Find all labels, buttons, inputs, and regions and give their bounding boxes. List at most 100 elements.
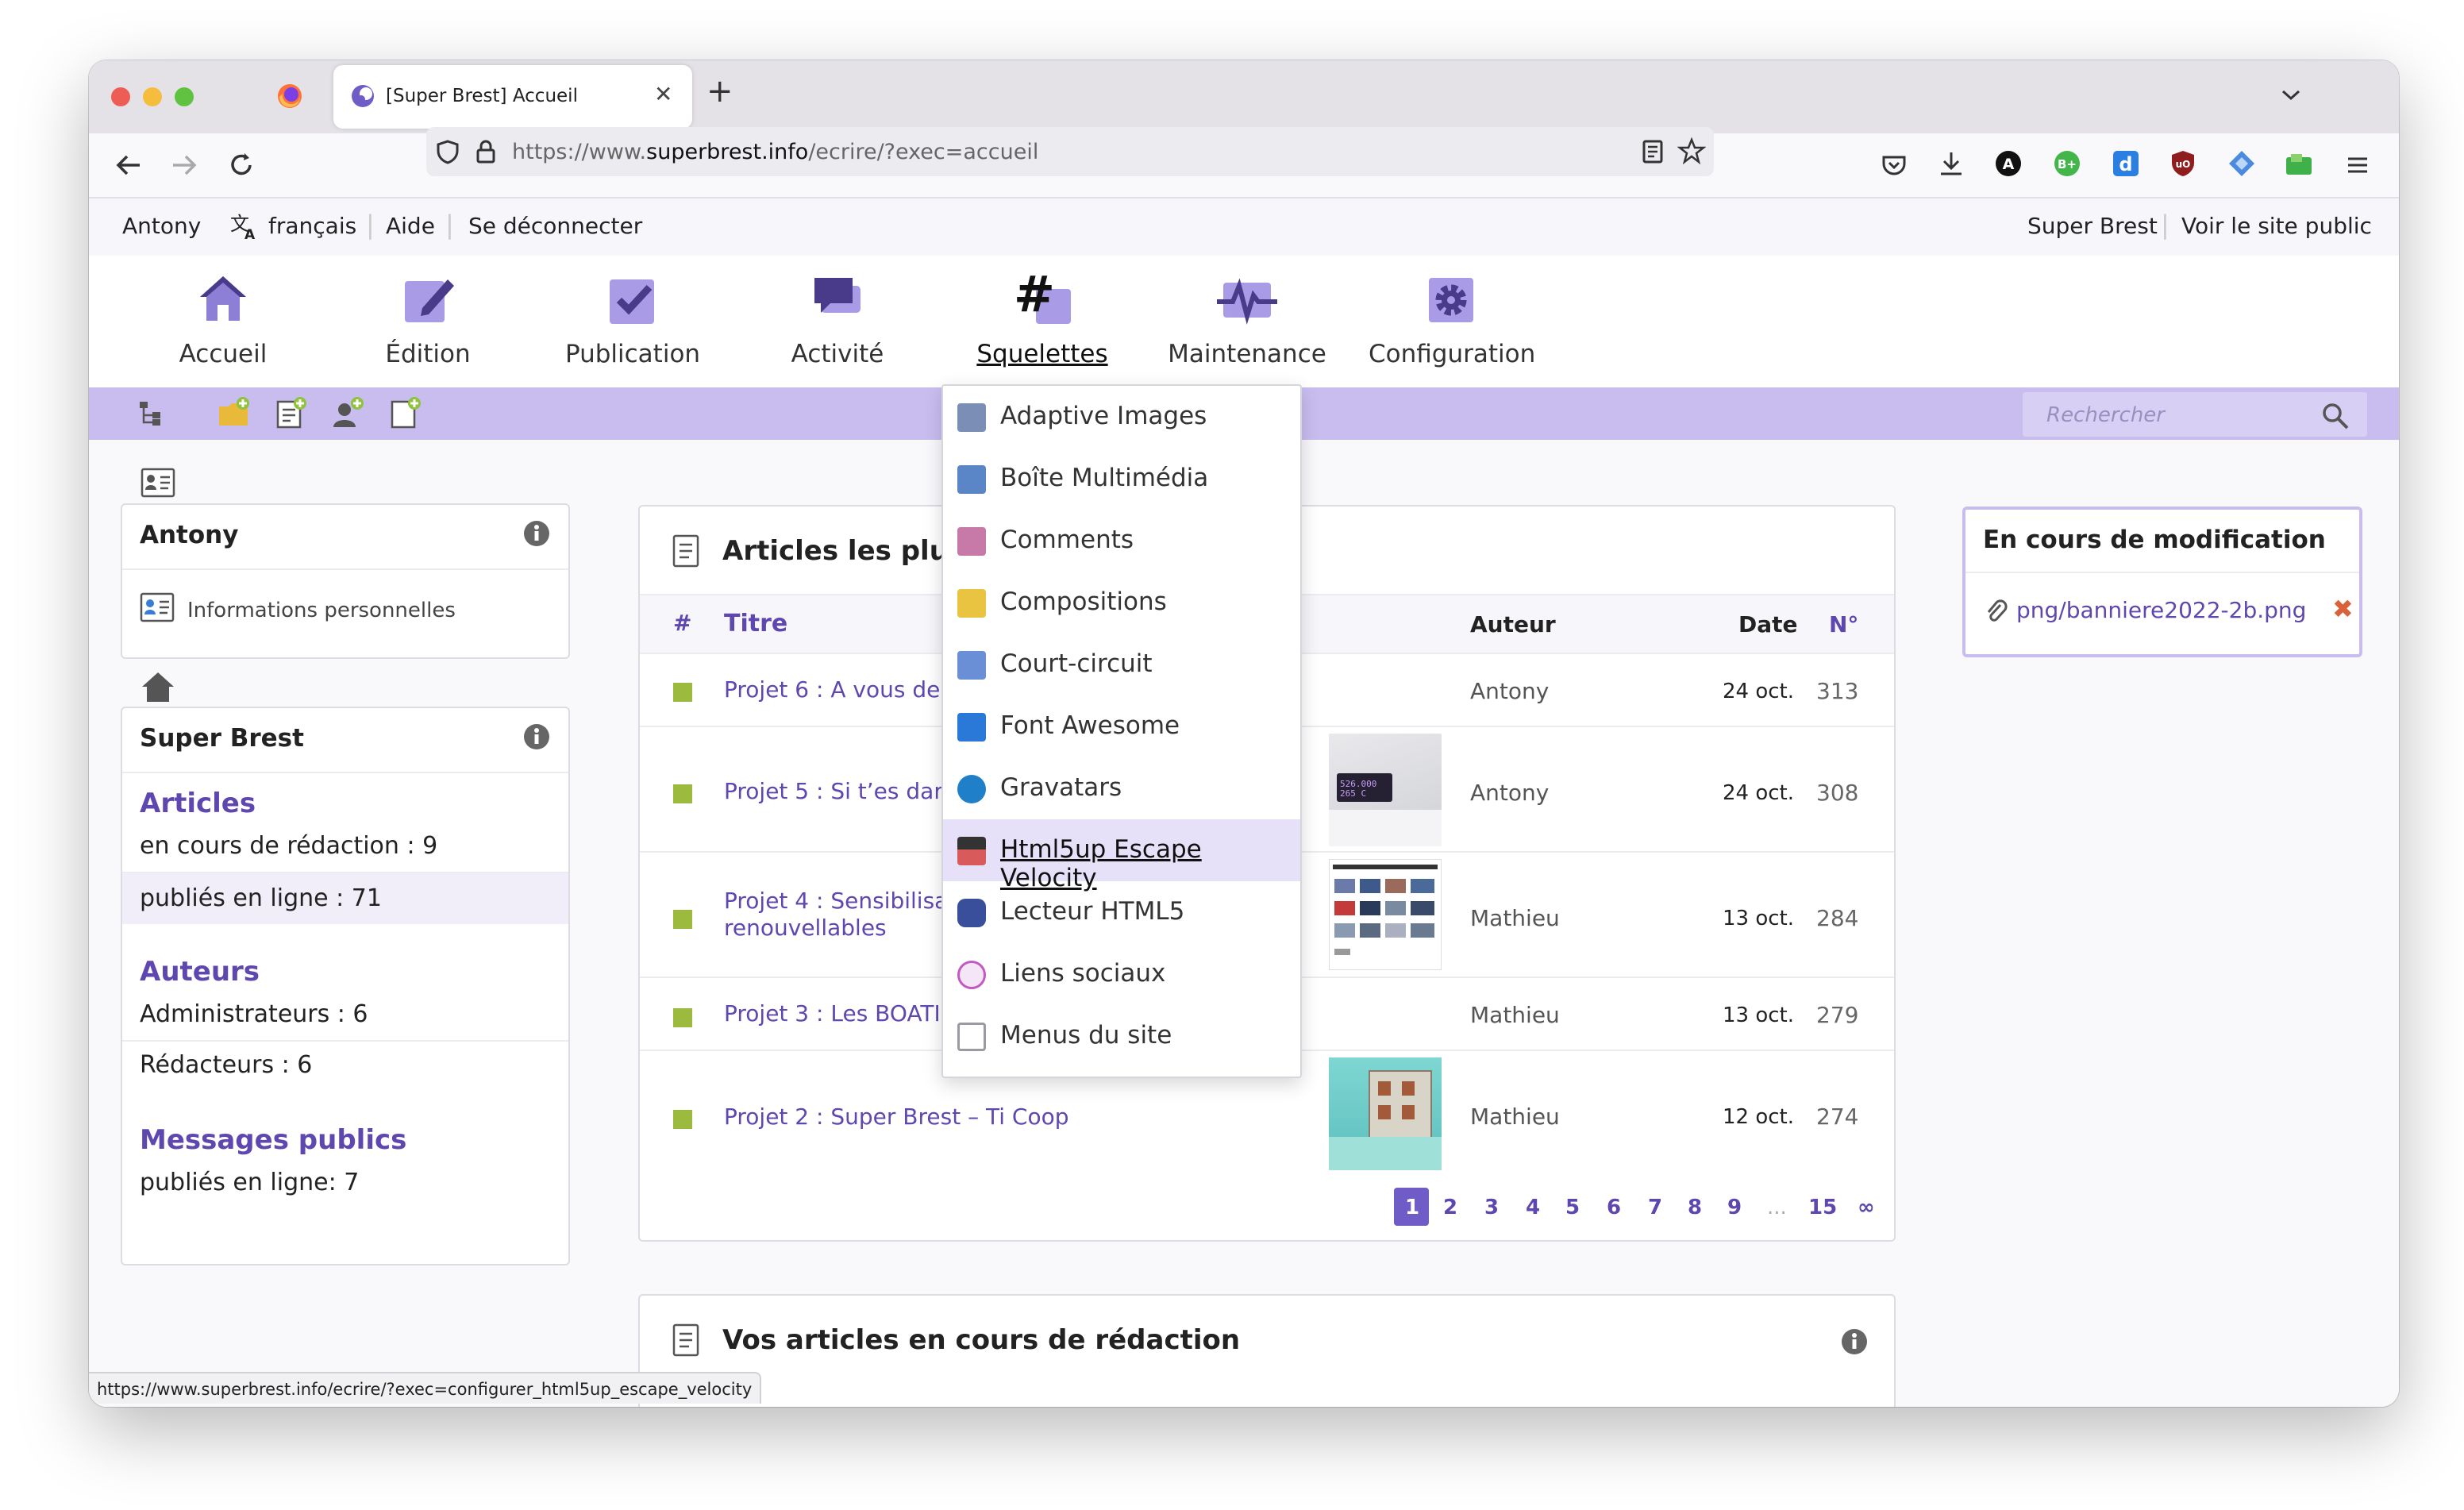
- help-link[interactable]: Aide: [386, 213, 435, 239]
- editing-file-link[interactable]: png/banniere2022-2b.png: [2016, 597, 2306, 623]
- article-author[interactable]: Mathieu: [1470, 1002, 1560, 1028]
- col-number[interactable]: N°: [1829, 611, 1858, 638]
- download-icon[interactable]: [1937, 149, 1965, 178]
- extension-green-icon[interactable]: [2285, 151, 2313, 179]
- translate-icon[interactable]: 文A: [229, 211, 260, 241]
- authors-link[interactable]: Auteurs: [140, 956, 260, 988]
- address-bar[interactable]: https://www.superbrest.info/ecrire/?exec…: [426, 127, 1714, 176]
- new-article-icon[interactable]: [273, 395, 308, 430]
- view-public-site-link[interactable]: Voir le site public: [2181, 213, 2372, 239]
- page-9-link[interactable]: 9: [1727, 1196, 1742, 1219]
- dropdown-item-boite-multimedia[interactable]: Boîte Multimédia: [943, 448, 1300, 510]
- menu-accueil[interactable]: Accueil: [140, 272, 306, 391]
- back-icon[interactable]: [113, 149, 144, 181]
- article-title-line2[interactable]: renouvellables: [724, 915, 887, 942]
- reload-icon[interactable]: [225, 149, 257, 181]
- article-thumbnail[interactable]: 526.000 265 C: [1329, 734, 1442, 846]
- new-author-icon[interactable]: [330, 395, 365, 430]
- info-icon[interactable]: [522, 519, 551, 548]
- dropdown-item-liens-sociaux[interactable]: Liens sociaux: [943, 943, 1300, 1005]
- search-icon[interactable]: [2320, 400, 2351, 432]
- menu-activite[interactable]: Activité: [754, 272, 921, 391]
- dropdown-item-gravatars[interactable]: Gravatars: [943, 757, 1300, 819]
- page-2-link[interactable]: 2: [1443, 1196, 1457, 1219]
- dropdown-item-comments[interactable]: Comments: [943, 510, 1300, 572]
- col-title[interactable]: Titre: [724, 610, 787, 638]
- active-tab[interactable]: [Super Brest] Accueil ✕: [333, 65, 692, 129]
- pocket-icon[interactable]: [1880, 151, 1908, 179]
- article-number: 313: [1816, 678, 1859, 704]
- extension-d-icon[interactable]: d: [2112, 149, 2140, 178]
- close-window-button[interactable]: [111, 87, 130, 106]
- url-text[interactable]: https://www.superbrest.info/ecrire/?exec…: [512, 140, 1038, 164]
- menu-publication[interactable]: Publication: [549, 272, 716, 391]
- article-title[interactable]: Projet 2 : Super Brest – Ti Coop: [724, 1104, 1069, 1131]
- extension-bplus-icon[interactable]: B+: [2053, 149, 2081, 178]
- page-4-link[interactable]: 4: [1526, 1196, 1540, 1219]
- logout-link[interactable]: Se déconnecter: [468, 213, 642, 239]
- info-icon[interactable]: [522, 722, 551, 751]
- firefox-icon[interactable]: [276, 83, 303, 110]
- remove-lock-icon[interactable]: ✖: [2332, 594, 2354, 624]
- page-8-link[interactable]: 8: [1688, 1196, 1702, 1219]
- page-5-link[interactable]: 5: [1565, 1196, 1580, 1219]
- close-tab-icon[interactable]: ✕: [654, 81, 672, 107]
- new-tab-button[interactable]: +: [706, 73, 733, 110]
- menu-configuration[interactable]: Configuration: [1369, 272, 1535, 391]
- language-link[interactable]: français: [268, 213, 356, 239]
- page-6-link[interactable]: 6: [1607, 1196, 1621, 1219]
- maximize-window-button[interactable]: [175, 87, 194, 106]
- messages-link[interactable]: Messages publics: [140, 1124, 406, 1156]
- page-15-link[interactable]: 15: [1808, 1196, 1837, 1219]
- col-date[interactable]: Date: [1738, 611, 1798, 638]
- extension-a-icon[interactable]: A: [1994, 149, 2023, 178]
- article-title[interactable]: Projet 4 : Sensibilisa: [724, 888, 948, 915]
- new-section-icon[interactable]: [216, 395, 251, 430]
- article-title[interactable]: Projet 3 : Les BOATI: [724, 1000, 941, 1027]
- article-title[interactable]: Projet 5 : Si t’es dar: [724, 778, 943, 805]
- info-icon[interactable]: [1840, 1327, 1869, 1356]
- dropdown-item-menus-du-site[interactable]: Menus du site: [943, 1005, 1300, 1067]
- user-link[interactable]: Antony: [122, 213, 201, 239]
- reader-view-icon[interactable]: [1639, 138, 1666, 165]
- article-author[interactable]: Mathieu: [1470, 1104, 1560, 1130]
- dropdown-item-adaptive-images[interactable]: Adaptive Images: [943, 386, 1300, 448]
- article-thumbnail[interactable]: [1329, 859, 1442, 970]
- search-field[interactable]: Rechercher: [2023, 392, 2367, 437]
- shield-icon[interactable]: [434, 138, 461, 165]
- personal-info-link[interactable]: Informations personnelles: [187, 599, 456, 622]
- extension-diamond-icon[interactable]: [2227, 149, 2256, 178]
- article-thumbnail[interactable]: [1329, 1057, 1442, 1170]
- article-author[interactable]: Mathieu: [1470, 905, 1560, 931]
- article-author[interactable]: Antony: [1470, 678, 1549, 704]
- menu-edition[interactable]: Édition: [345, 272, 511, 391]
- page-1-button[interactable]: 1: [1394, 1188, 1429, 1226]
- article-author[interactable]: Antony: [1470, 780, 1549, 806]
- articles-link[interactable]: Articles: [140, 788, 256, 819]
- bookmark-star-icon[interactable]: [1677, 137, 1706, 165]
- menu-squelettes[interactable]: # Squelettes: [959, 272, 1126, 391]
- site-name-link[interactable]: Super Brest: [2027, 213, 2158, 239]
- forward-icon[interactable]: [168, 149, 200, 181]
- menu-icon[interactable]: [2343, 151, 2372, 179]
- page-all-link[interactable]: ∞: [1858, 1196, 1875, 1219]
- menu-maintenance[interactable]: Maintenance: [1164, 272, 1330, 391]
- article-title[interactable]: Projet 6 : A vous de: [724, 676, 940, 703]
- col-author[interactable]: Auteur: [1470, 611, 1556, 638]
- user-box-name: Antony: [140, 521, 239, 549]
- page-7-link[interactable]: 7: [1648, 1196, 1662, 1219]
- dropdown-item-html5up-escape-velocity[interactable]: Html5up Escape Velocity: [943, 819, 1300, 892]
- chat-icon: [814, 278, 860, 313]
- minimize-window-button[interactable]: [143, 87, 162, 106]
- dropdown-item-compositions[interactable]: Compositions: [943, 572, 1300, 634]
- dropdown-item-court-circuit[interactable]: Court-circuit: [943, 634, 1300, 695]
- new-document-icon[interactable]: [387, 395, 422, 430]
- site-tree-icon[interactable]: [137, 399, 167, 429]
- pagination: 1 2 3 4 5 6 7 8 9 ... 15 ∞: [1394, 1188, 1886, 1226]
- ublock-icon[interactable]: uO: [2169, 149, 2197, 178]
- chevron-down-icon[interactable]: [2280, 87, 2302, 103]
- page-3-link[interactable]: 3: [1484, 1196, 1499, 1219]
- dropdown-item-font-awesome[interactable]: Font Awesome: [943, 695, 1300, 757]
- lock-icon[interactable]: [474, 138, 498, 165]
- dropdown-item-lecteur-html5[interactable]: Lecteur HTML5: [943, 881, 1300, 943]
